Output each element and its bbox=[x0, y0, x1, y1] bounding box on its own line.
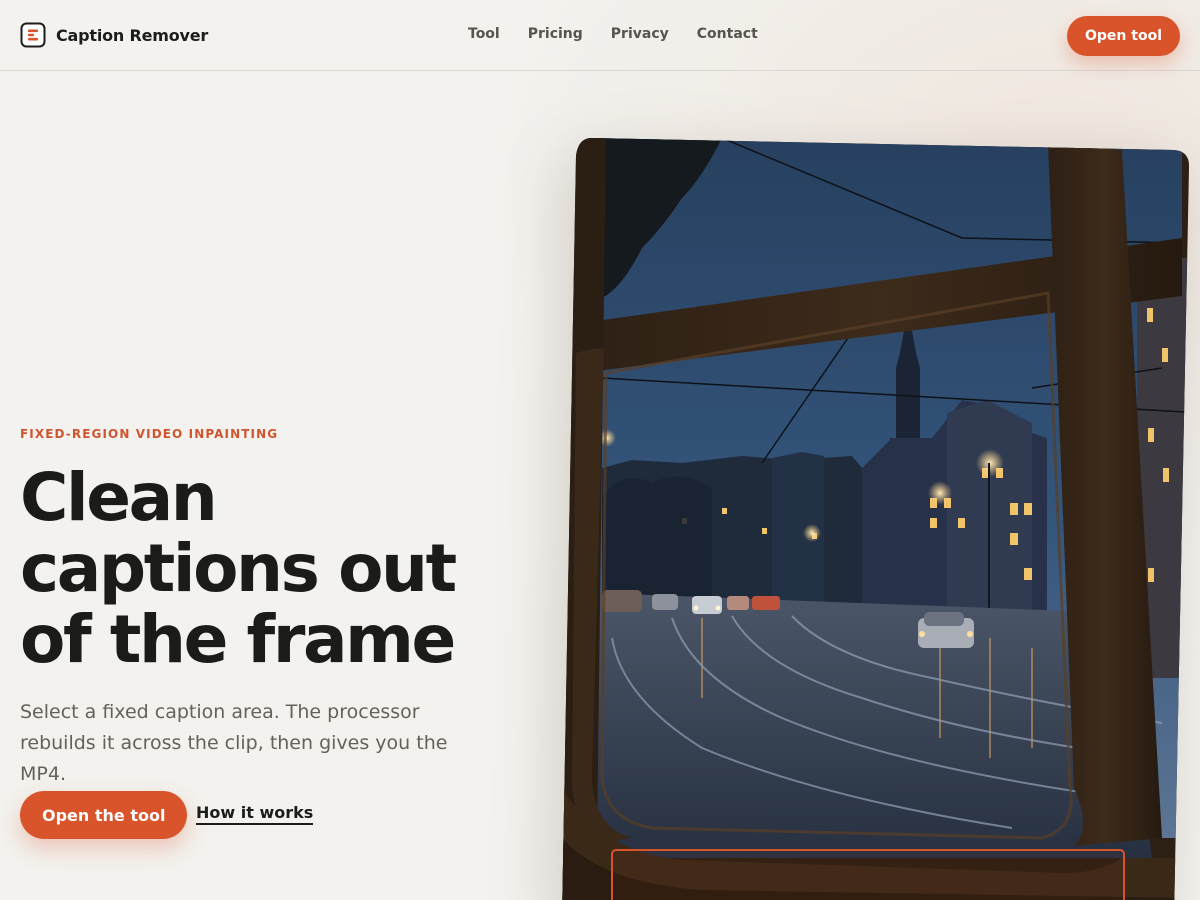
brand-name: Caption Remover bbox=[56, 25, 209, 45]
landing-page: Caption Remover Tool Pricing Privacy Con… bbox=[0, 0, 1200, 900]
open-tool-button[interactable]: Open tool bbox=[1067, 16, 1180, 56]
hero-headline: Clean captions out of the frame bbox=[20, 459, 457, 678]
tram-window-city-scene-image bbox=[562, 138, 1190, 900]
caption-remover-logo-icon bbox=[20, 22, 46, 48]
how-it-works-link[interactable]: How it works bbox=[196, 803, 314, 825]
hero-eyebrow: FIXED-REGION VIDEO INPAINTING bbox=[20, 427, 279, 441]
top-navigation-bar: Caption Remover Tool Pricing Privacy Con… bbox=[0, 0, 1200, 71]
open-the-tool-button[interactable]: Open the tool bbox=[20, 791, 188, 839]
brand-logo-link[interactable]: Caption Remover bbox=[20, 22, 208, 48]
nav-link-contact[interactable]: Contact bbox=[697, 26, 758, 42]
caption-selection-box bbox=[611, 849, 1125, 900]
nav-link-tool[interactable]: Tool bbox=[468, 26, 500, 42]
hero-video-preview bbox=[562, 138, 1190, 900]
hero-description: Select a fixed caption area. The process… bbox=[20, 701, 448, 785]
nav-link-pricing[interactable]: Pricing bbox=[528, 26, 583, 42]
main-nav: Tool Pricing Privacy Contact bbox=[468, 26, 758, 42]
nav-link-privacy[interactable]: Privacy bbox=[611, 26, 669, 42]
